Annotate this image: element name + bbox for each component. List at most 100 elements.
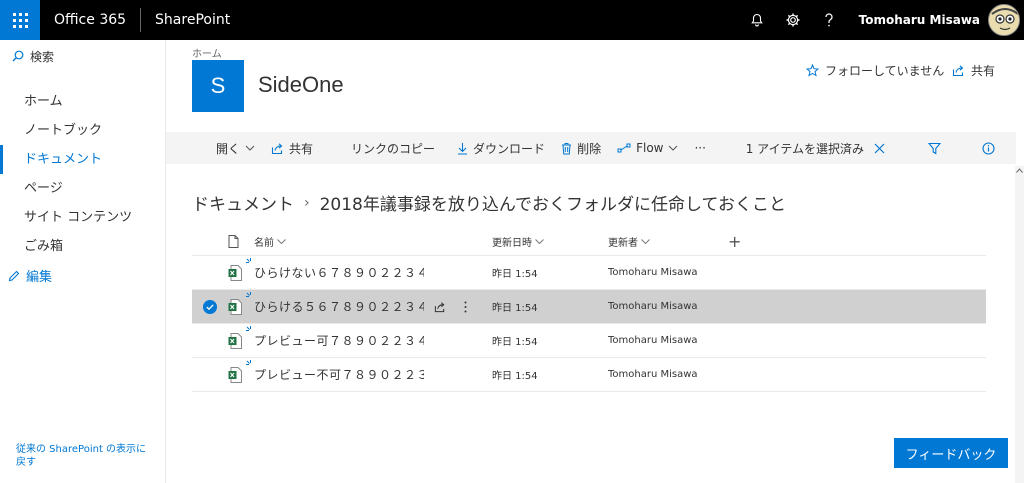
table-row[interactable]: プレビュー不可７８９０２２３… 昨日 1:54 Tomoharu Misawa [192, 358, 986, 392]
bell-icon [750, 13, 763, 27]
flow-button[interactable]: Flow [609, 132, 686, 164]
chevron-down-icon [535, 239, 544, 244]
nav-item-documents[interactable]: ドキュメント [0, 145, 165, 174]
nav-edit-link[interactable]: 編集 [0, 261, 165, 290]
help-icon [825, 13, 833, 27]
sharepoint-app-name[interactable]: SharePoint [141, 12, 230, 28]
follow-label: フォローしていません [825, 64, 945, 78]
delete-button[interactable]: 削除 [553, 132, 609, 164]
feedback-button[interactable]: フィードバック [894, 438, 1008, 468]
site-breadcrumb-home[interactable]: ホーム [192, 45, 222, 60]
more-actions-button[interactable]: ··· [686, 132, 713, 164]
copy-link-button[interactable]: リンクのコピー [321, 132, 443, 164]
selection-status: 1 アイテムを選択済み [738, 132, 872, 164]
avatar[interactable] [988, 4, 1020, 36]
settings-button[interactable] [775, 0, 811, 40]
command-bar: 開く 共有 リンクのコピー ダウンロード 削除 Flow ··· 1 アイテムを… [166, 132, 1016, 164]
row-share-button[interactable] [434, 301, 446, 313]
file-type-header[interactable] [228, 235, 254, 248]
help-button[interactable] [811, 0, 847, 40]
column-header-name[interactable]: 名前 [254, 234, 492, 249]
site-header: ホーム S SideOne フォローしていません 共有 [166, 40, 1024, 132]
list-header: 名前 更新日時 更新者 + [192, 228, 986, 256]
open-label: 開く [216, 141, 241, 156]
trash-icon [562, 142, 572, 154]
new-item-sparkle-icon [246, 360, 251, 365]
table-row[interactable]: プレビュー可７８９０２２３４… 昨日 1:54 Tomoharu Misawa [192, 324, 986, 358]
open-button[interactable]: 開く [166, 132, 263, 164]
search-label: 検索 [30, 49, 55, 64]
modified-by-cell[interactable]: Tomoharu Misawa [608, 335, 728, 346]
suite-bar: Office 365 SharePoint Tomoharu Misawa [0, 0, 1024, 40]
modified-by-cell[interactable]: Tomoharu Misawa [608, 369, 728, 380]
excel-file-icon [228, 366, 242, 383]
table-row[interactable]: ひらける５６７８９０２２３４… 昨日 1:54 Tomoharu Misawa [192, 290, 986, 324]
name-cell[interactable]: プレビュー不可７８９０２２３… [246, 360, 492, 383]
info-button[interactable] [966, 132, 1016, 164]
checkmark-circle-icon [203, 299, 217, 314]
new-item-sparkle-icon [246, 258, 251, 263]
nav-item-home[interactable]: ホーム [0, 87, 165, 116]
document-list: 名前 更新日時 更新者 + ひらけない６７８９０２２３４… 昨日 1:54 To… [192, 228, 986, 392]
info-icon [982, 141, 995, 155]
user-name[interactable]: Tomoharu Misawa [847, 13, 988, 27]
modified-by-cell[interactable]: Tomoharu Misawa [608, 267, 728, 278]
nav-item-notebook[interactable]: ノートブック [0, 116, 165, 145]
column-header-modified-by[interactable]: 更新者 [608, 234, 728, 249]
follow-button[interactable]: フォローしていません [806, 62, 944, 79]
share-icon [271, 142, 283, 154]
file-name[interactable]: プレビュー可７８９０２２３４… [254, 332, 424, 349]
column-header-modified[interactable]: 更新日時 [492, 234, 608, 249]
site-logo[interactable]: S [192, 60, 244, 112]
share-button[interactable]: 共有 [263, 132, 321, 164]
name-cell[interactable]: ひらけない６７８９０２２３４… [246, 258, 492, 281]
row-select-toggle[interactable] [192, 299, 228, 314]
file-name[interactable]: ひらけない６７８９０２２３４… [254, 264, 424, 281]
gear-icon [786, 13, 800, 27]
name-cell[interactable]: プレビュー可７８９０２２３４… [246, 326, 492, 349]
file-name[interactable]: ひらける５６７８９０２２３４… [254, 298, 424, 315]
clear-selection-button[interactable] [872, 132, 908, 164]
close-icon [874, 143, 885, 153]
new-item-sparkle-icon [246, 292, 251, 297]
nav-item-site-contents[interactable]: サイト コンテンツ [0, 203, 165, 232]
library-breadcrumb: ドキュメント › 2018年議事録を放り込んでおくフォルダに任命しておくこと [192, 190, 787, 216]
filter-icon [928, 142, 941, 154]
nav-item-recycle-bin[interactable]: ごみ箱 [0, 232, 165, 261]
app-launcher-button[interactable] [0, 0, 40, 40]
name-cell[interactable]: ひらける５６７８９０２２３４… [246, 292, 492, 315]
scroll-up-arrow-icon[interactable] [1016, 168, 1023, 173]
breadcrumb-current: 2018年議事録を放り込んでおくフォルダに任命しておくこと [319, 195, 787, 215]
vertical-ellipsis-icon [464, 301, 467, 312]
file-name[interactable]: プレビュー不可７８９０２２３… [254, 366, 424, 383]
download-button[interactable]: ダウンロード [443, 132, 553, 164]
filter-button[interactable] [908, 132, 966, 164]
pencil-icon [8, 270, 20, 281]
excel-file-icon [228, 264, 242, 281]
site-title[interactable]: SideOne [258, 72, 344, 98]
row-more-button[interactable] [464, 301, 467, 313]
modified-by-cell[interactable]: Tomoharu Misawa [608, 301, 728, 312]
new-item-sparkle-icon [246, 326, 251, 331]
notifications-button[interactable] [739, 0, 775, 40]
edit-label: 編集 [26, 270, 53, 285]
excel-file-icon [228, 332, 242, 349]
selection-count-label: 1 アイテムを選択済み [745, 141, 864, 156]
breadcrumb-root[interactable]: ドキュメント [192, 190, 294, 215]
share-label: 共有 [289, 141, 314, 156]
search-box[interactable]: 検索 [0, 40, 165, 72]
name-header-label: 名前 [254, 238, 274, 249]
site-share-button[interactable]: 共有 [952, 62, 995, 79]
modified-header-label: 更新日時 [492, 238, 532, 249]
classic-view-link[interactable]: 従来の SharePoint の表示に戻す [16, 443, 156, 469]
chevron-down-icon [245, 145, 255, 151]
scrollbar[interactable] [1015, 166, 1024, 483]
add-column-button[interactable]: + [728, 232, 758, 251]
nav-item-pages[interactable]: ページ [0, 174, 165, 203]
office365-brand[interactable]: Office 365 [40, 8, 140, 32]
document-icon [228, 235, 239, 248]
table-row[interactable]: ひらけない６７８９０２２３４… 昨日 1:54 Tomoharu Misawa [192, 256, 986, 290]
delete-label: 削除 [577, 141, 602, 156]
modified-cell: 昨日 1:54 [492, 371, 538, 382]
modified-cell: 昨日 1:54 [492, 269, 538, 280]
